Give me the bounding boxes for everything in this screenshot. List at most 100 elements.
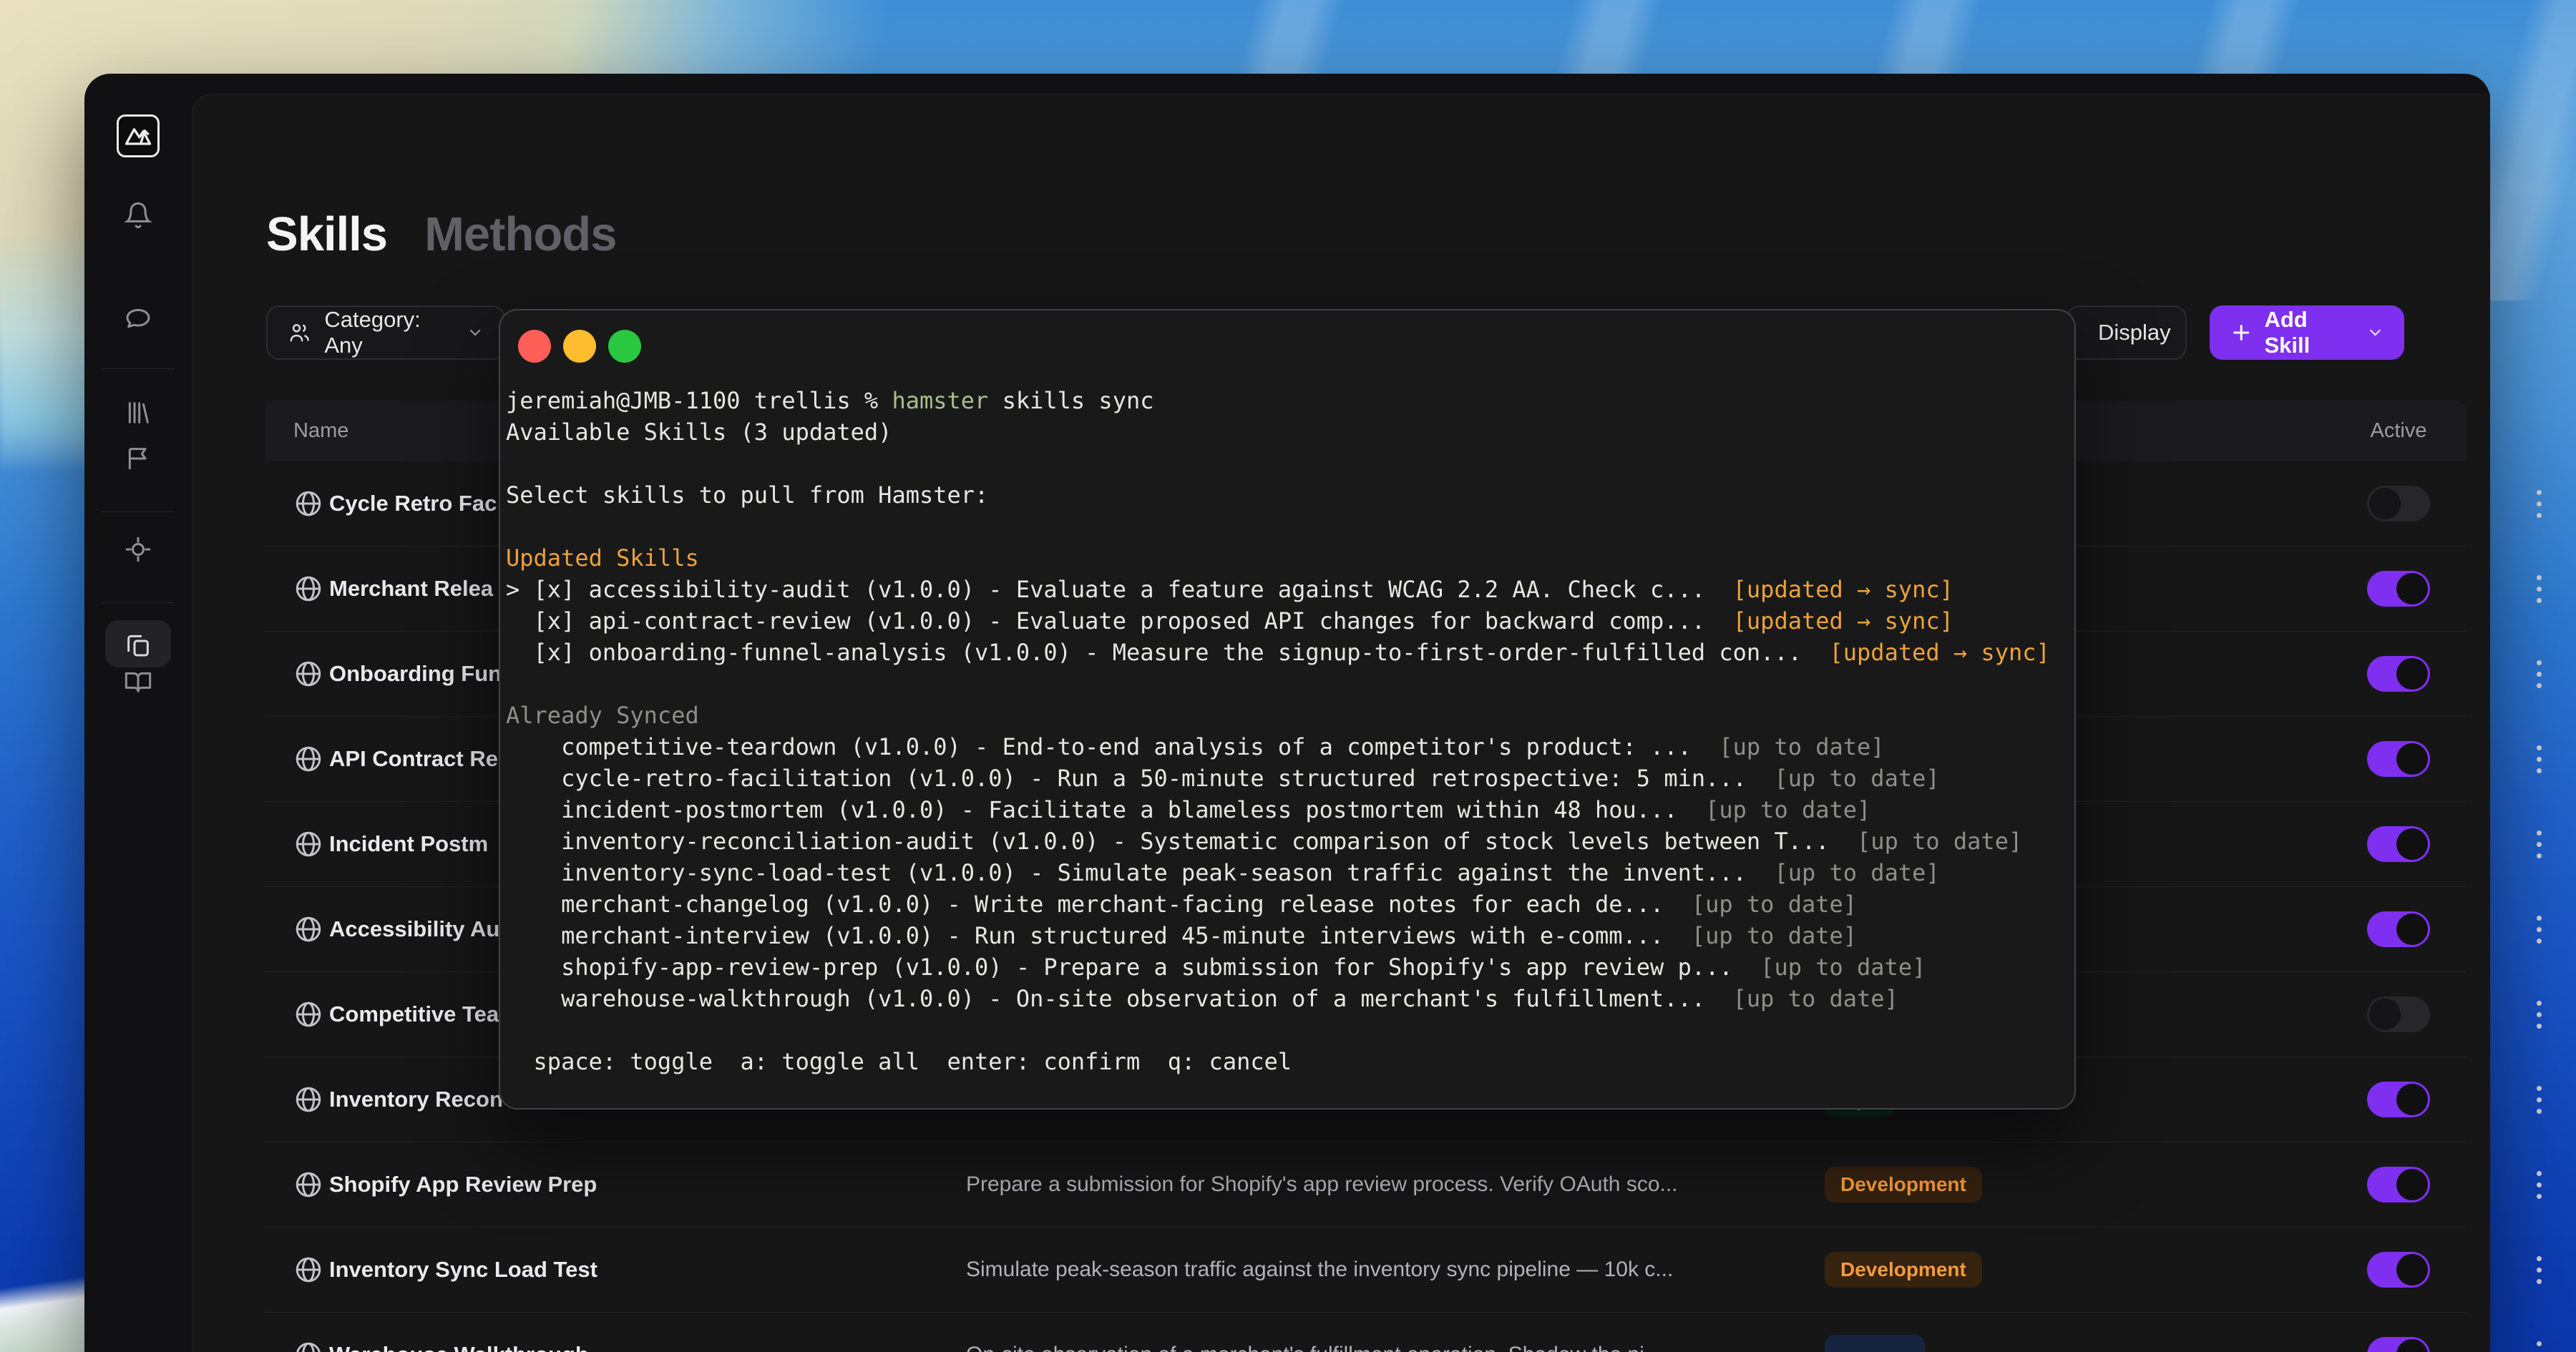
- row-menu-button[interactable]: [2524, 1333, 2553, 1352]
- display-button-label: Display: [2098, 320, 2171, 346]
- globe-icon: [293, 1170, 323, 1200]
- sidebar-item-notifications[interactable]: [124, 201, 152, 230]
- sidebar-item-chat[interactable]: [124, 304, 152, 333]
- add-skill-button[interactable]: Add Skill: [2210, 305, 2404, 360]
- sidebar-divider: [102, 511, 175, 512]
- skill-description: Simulate peak-season traffic against the…: [966, 1258, 1673, 1282]
- row-menu-button[interactable]: [2524, 993, 2553, 1036]
- users-icon: [288, 320, 311, 346]
- skill-name: Cycle Retro Fac: [329, 491, 497, 516]
- row-menu-button[interactable]: [2524, 482, 2553, 525]
- skill-name: Inventory Recon: [329, 1087, 503, 1112]
- chevron-down-icon: [2366, 323, 2384, 342]
- row-menu-button[interactable]: [2524, 1078, 2553, 1121]
- skill-name: API Contract Re: [329, 746, 498, 772]
- toggle-knob: [2396, 1084, 2428, 1115]
- toggle-knob: [2396, 658, 2428, 690]
- app-window: Skills Methods Category: Any Display Add…: [84, 74, 2490, 1352]
- skill-description: On-site observation of a merchant's fulf…: [966, 1343, 1662, 1352]
- tab-skills[interactable]: Skills: [266, 207, 387, 262]
- toggle-knob: [2369, 999, 2401, 1030]
- globe-icon: [293, 744, 323, 774]
- globe-icon: [293, 1255, 323, 1285]
- skill-name: Onboarding Fun: [329, 661, 502, 687]
- toggle-knob: [2396, 573, 2428, 604]
- terminal-window[interactable]: jeremiah@JMB-1100 trellis % hamster skil…: [499, 309, 2076, 1109]
- active-toggle[interactable]: [2367, 996, 2430, 1032]
- globe-icon: [293, 999, 323, 1029]
- toggle-knob: [2396, 743, 2428, 775]
- sidebar-item-docs[interactable]: [124, 667, 152, 696]
- row-menu-button[interactable]: [2524, 567, 2553, 610]
- book-icon: [124, 667, 152, 696]
- tab-methods[interactable]: Methods: [424, 207, 616, 262]
- active-toggle[interactable]: [2367, 826, 2430, 862]
- globe-icon: [293, 1084, 323, 1115]
- skill-name: Incident Postm: [329, 831, 488, 857]
- active-toggle[interactable]: [2367, 1252, 2430, 1288]
- active-toggle[interactable]: [2367, 1337, 2430, 1352]
- category-badge: [1825, 1335, 1925, 1352]
- toggle-knob: [2396, 1254, 2428, 1285]
- display-button[interactable]: Display: [2067, 305, 2187, 360]
- library-icon: [124, 398, 152, 427]
- category-filter-button[interactable]: Category: Any: [266, 305, 505, 360]
- table-row[interactable]: Warehouse Walkthrough On-site observatio…: [265, 1313, 2466, 1352]
- globe-icon: [293, 574, 323, 604]
- skill-name: Accessibility Au: [329, 916, 499, 942]
- row-menu-button[interactable]: [2524, 738, 2553, 780]
- sidebar-item-flags[interactable]: [124, 444, 152, 473]
- skill-name: Merchant Relea: [329, 576, 493, 602]
- row-menu-button[interactable]: [2524, 908, 2553, 951]
- page-tabs: Skills Methods: [266, 207, 617, 262]
- toggle-knob: [2396, 828, 2428, 860]
- category-badge: Development: [1825, 1167, 1982, 1202]
- skill-name: Shopify App Review Prep: [329, 1172, 597, 1197]
- mountain-logo-icon: [117, 114, 160, 157]
- active-toggle[interactable]: [2367, 1167, 2430, 1202]
- globe-icon: [293, 829, 323, 859]
- active-toggle[interactable]: [2367, 741, 2430, 777]
- category-filter-label: Category: Any: [324, 307, 454, 358]
- copy-pages-icon: [124, 630, 152, 659]
- terminal-titlebar: [518, 330, 641, 363]
- sidebar-item-skills[interactable]: [124, 630, 152, 659]
- active-toggle[interactable]: [2367, 1082, 2430, 1117]
- row-menu-button[interactable]: [2524, 1248, 2553, 1291]
- bell-icon: [124, 201, 152, 230]
- flag-icon: [124, 444, 152, 473]
- app-logo[interactable]: [117, 114, 160, 157]
- desktop-wallpaper: Skills Methods Category: Any Display Add…: [0, 0, 2576, 1352]
- sidebar-item-locate[interactable]: [124, 535, 152, 564]
- skill-name: Warehouse Walkthrough: [329, 1342, 589, 1352]
- row-menu-button[interactable]: [2524, 1163, 2553, 1206]
- sidebar: [84, 74, 192, 1352]
- active-toggle[interactable]: [2367, 571, 2430, 607]
- terminal-output: jeremiah@JMB-1100 trellis % hamster skil…: [506, 385, 2050, 1077]
- active-toggle[interactable]: [2367, 486, 2430, 521]
- row-menu-button[interactable]: [2524, 652, 2553, 695]
- toggle-knob: [2396, 1169, 2428, 1200]
- toggle-knob: [2369, 488, 2401, 519]
- skill-name: Inventory Sync Load Test: [329, 1257, 597, 1283]
- table-row[interactable]: Shopify App Review Prep Prepare a submis…: [265, 1142, 2466, 1228]
- chevron-down-icon: [467, 323, 484, 342]
- globe-icon: [293, 489, 323, 519]
- active-toggle[interactable]: [2367, 911, 2430, 947]
- sidebar-item-library[interactable]: [124, 398, 152, 427]
- active-toggle[interactable]: [2367, 656, 2430, 692]
- column-header-active: Active: [2333, 419, 2464, 443]
- row-menu-button[interactable]: [2524, 823, 2553, 866]
- add-skill-label: Add Skill: [2264, 307, 2355, 358]
- skill-description: Prepare a submission for Shopify's app r…: [966, 1172, 1678, 1197]
- close-traffic-light[interactable]: [518, 330, 551, 363]
- toggle-knob: [2396, 913, 2428, 945]
- chat-bubble-icon: [124, 304, 152, 333]
- skill-name: Competitive Tea: [329, 1001, 499, 1027]
- minimize-traffic-light[interactable]: [563, 330, 596, 363]
- globe-icon: [293, 914, 323, 944]
- table-row[interactable]: Inventory Sync Load Test Simulate peak-s…: [265, 1228, 2466, 1313]
- zoom-traffic-light[interactable]: [608, 330, 641, 363]
- globe-icon: [293, 659, 323, 689]
- category-badge: Development: [1825, 1252, 1982, 1288]
